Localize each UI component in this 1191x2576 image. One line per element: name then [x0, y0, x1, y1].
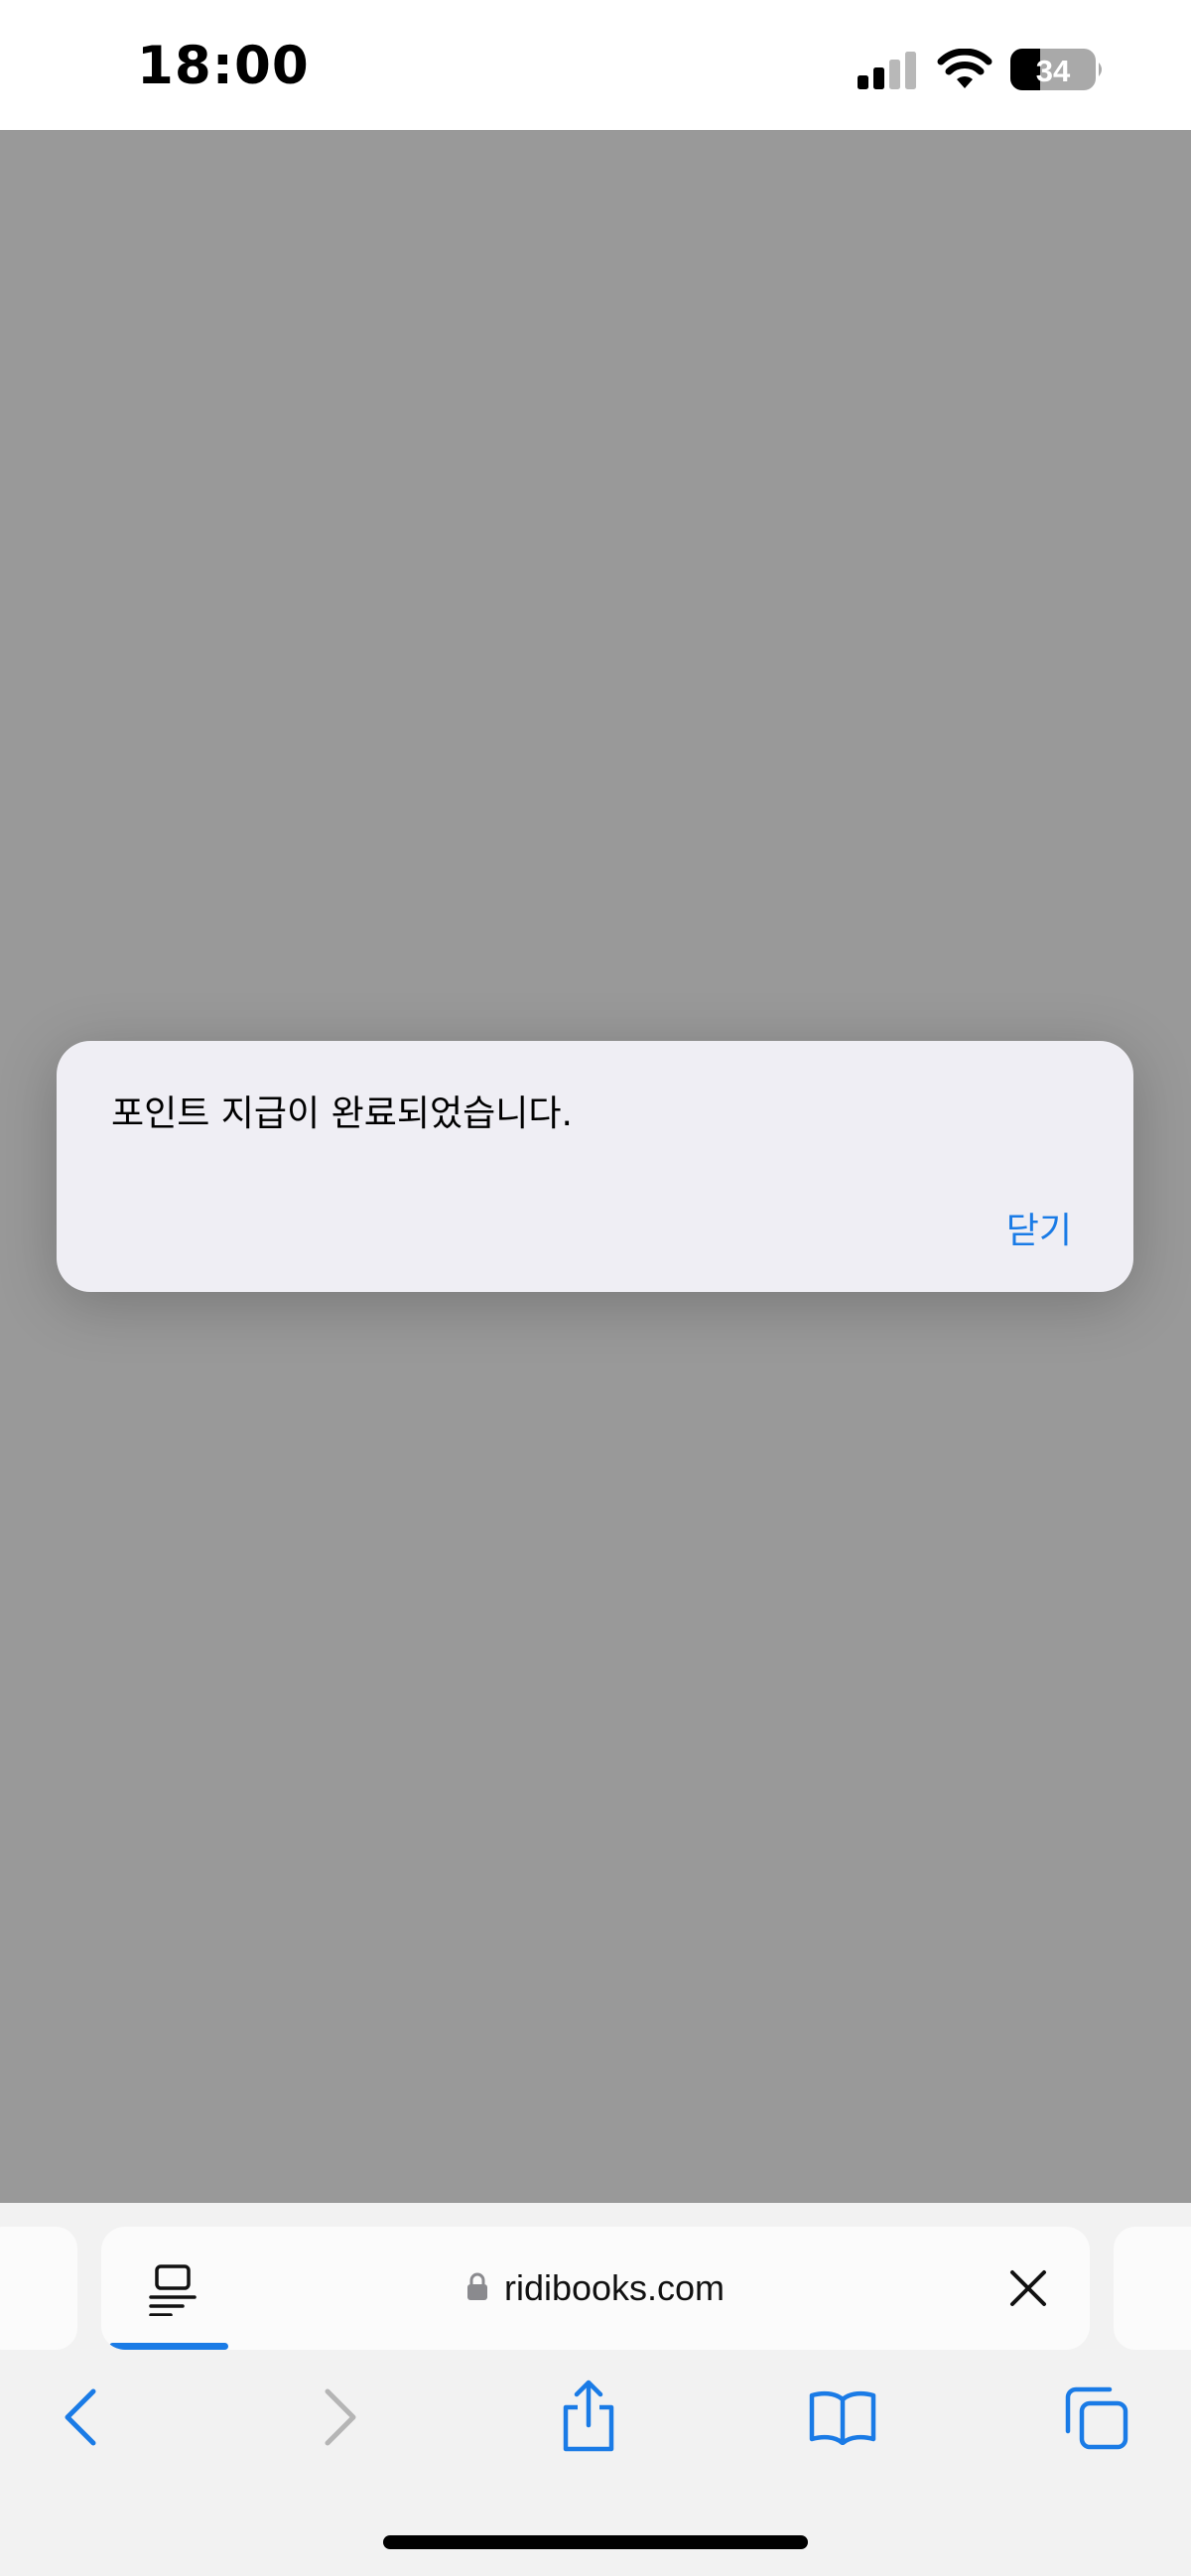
status-time: 18:00	[137, 36, 310, 96]
next-tab-preview[interactable]	[1114, 2227, 1191, 2350]
chevron-right-icon[interactable]	[322, 2387, 359, 2447]
url-field[interactable]: ridibooks.com	[101, 2227, 1090, 2350]
close-button[interactable]: 닫기	[1006, 1202, 1072, 1253]
load-progress-bar	[109, 2343, 228, 2350]
tabs-icon[interactable]	[1064, 2385, 1129, 2451]
chevron-left-icon[interactable]	[62, 2387, 99, 2447]
share-icon[interactable]	[560, 2380, 617, 2453]
book-icon[interactable]	[808, 2389, 877, 2445]
alert-dialog: 포인트 지급이 완료되었습니다. 닫기	[57, 1041, 1133, 1292]
alert-message: 포인트 지급이 완료되었습니다.	[111, 1094, 573, 1134]
wifi-icon	[937, 49, 992, 88]
home-indicator[interactable]	[383, 2535, 808, 2549]
status-bar: 18:00 34	[0, 0, 1191, 130]
lock-icon	[466, 2272, 487, 2300]
battery-icon: 34	[1010, 49, 1102, 90]
address-bar[interactable]: ridibooks.com	[101, 2227, 1090, 2350]
cellular-signal-icon	[858, 52, 916, 89]
url-text: ridibooks.com	[503, 2267, 726, 2308]
battery-level: 34	[1036, 54, 1071, 88]
previous-tab-preview[interactable]	[0, 2227, 77, 2350]
close-icon[interactable]	[1008, 2268, 1048, 2308]
